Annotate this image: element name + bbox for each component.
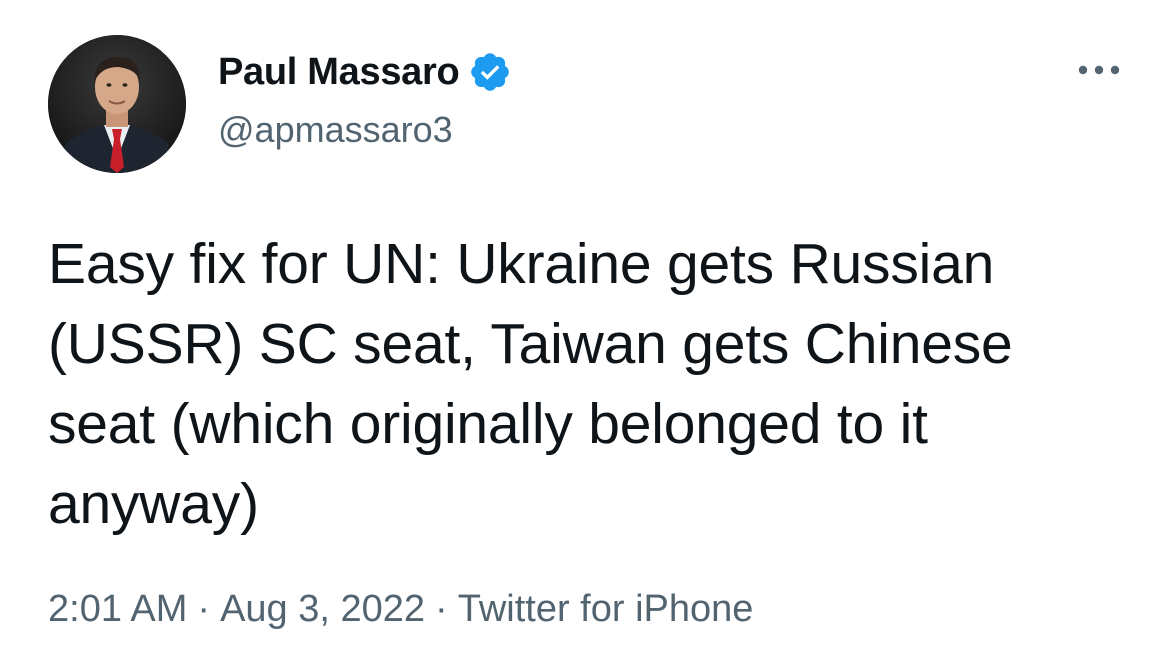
more-options-icon[interactable] [1074, 58, 1124, 82]
tweet-source[interactable]: Twitter for iPhone [458, 588, 754, 630]
name-row: Paul Massaro [218, 50, 512, 94]
separator: · [435, 588, 448, 630]
separator: · [197, 588, 211, 630]
tweet-time[interactable]: 2:01 AM [48, 588, 187, 630]
avatar[interactable] [48, 35, 186, 173]
tweet-date[interactable]: Aug 3, 2022 [220, 588, 425, 630]
profile-photo [48, 35, 186, 173]
user-handle[interactable]: @apmassaro3 [218, 109, 512, 151]
tweet-meta: 2:01 AM · Aug 3, 2022 · Twitter for iPhone [48, 588, 753, 631]
tweet-text: Easy fix for UN: Ukraine gets Russian (U… [48, 232, 1013, 536]
verified-badge-icon [468, 50, 512, 94]
display-name[interactable]: Paul Massaro [218, 51, 460, 94]
tweet-card: Paul Massaro @apmassaro3 Easy fix for UN… [0, 0, 1170, 667]
tweet-header: Paul Massaro @apmassaro3 [218, 50, 512, 151]
